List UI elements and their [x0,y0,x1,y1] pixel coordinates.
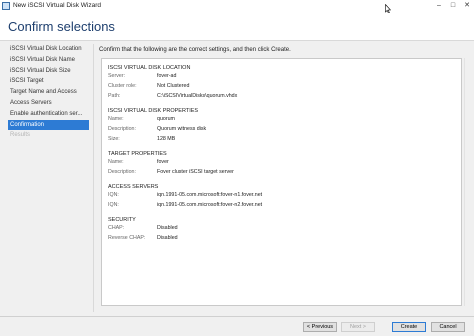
section-heading-target: TARGET PROPERTIES [108,151,167,157]
summary-key: Name: [108,159,124,165]
settings-summary-panel: ISCSI VIRTUAL DISK LOCATION Server: fove… [101,58,462,306]
summary-key: Description: [108,169,136,175]
next-button: Next > [341,322,375,332]
step-enable-authentication[interactable]: Enable authentication ser... [8,109,89,120]
summary-scrollbar[interactable] [464,58,470,306]
summary-key: Reverse CHAP: [108,235,146,241]
summary-key: IQN: [108,192,119,198]
summary-row: Name: fover [108,159,458,166]
summary-row: Reverse CHAP: Disabled [108,235,458,242]
summary-key: CHAP: [108,225,125,231]
step-virtual-disk-size[interactable]: iSCSI Virtual Disk Size [8,66,89,77]
summary-row: Server: fover-ad [108,73,458,80]
summary-key: Size: [108,136,120,142]
page-title: Confirm selections [8,19,115,34]
summary-value: 128 MB [157,136,176,142]
create-button[interactable]: Create [392,322,426,332]
wizard-step-list: iSCSI Virtual Disk Location iSCSI Virtua… [8,44,89,141]
summary-key: IQN: [108,202,119,208]
step-target-name-access[interactable]: Target Name and Access [8,87,89,98]
step-virtual-disk-location[interactable]: iSCSI Virtual Disk Location [8,44,89,55]
step-iscsi-target[interactable]: iSCSI Target [8,76,89,87]
summary-row: Description: Quorum witness disk [108,126,458,133]
close-button[interactable]: ✕ [460,0,474,12]
step-virtual-disk-name[interactable]: iSCSI Virtual Disk Name [8,55,89,66]
section-heading-security: SECURITY [108,217,136,223]
summary-row: Name: quorum [108,116,458,123]
maximize-button[interactable]: □ [446,0,460,12]
summary-key: Path: [108,93,121,99]
summary-value: C:\iSCSIVirtualDisks\quorum.vhdx [157,93,238,99]
summary-row: Description: Fover cluster iSCSI target … [108,169,458,176]
summary-value: quorum [157,116,175,122]
intro-text: Confirm that the following are the corre… [99,47,291,53]
summary-row: CHAP: Disabled [108,225,458,232]
step-confirmation[interactable]: Confirmation [8,119,89,131]
summary-row: Path: C:\iSCSIVirtualDisks\quorum.vhdx [108,93,458,100]
summary-key: Description: [108,126,136,132]
footer-divider [0,316,474,317]
section-heading-properties: ISCSI VIRTUAL DISK PROPERTIES [108,108,199,114]
summary-key: Cluster role: [108,83,137,89]
previous-button[interactable]: < Previous [303,322,337,332]
section-heading-access-servers: ACCESS SERVERS [108,184,159,190]
summary-value: Quorum witness disk [157,126,207,132]
section-heading-location: ISCSI VIRTUAL DISK LOCATION [108,65,191,71]
summary-value: iqn.1991-05.com.microsoft:fover-n1.fover… [157,192,263,198]
wizard-header: Confirm selections [0,13,474,41]
sidebar-divider [93,44,94,312]
window-title-bar: New iSCSI Virtual Disk Wizard – □ ✕ [0,0,474,13]
summary-row: IQN: iqn.1991-05.com.microsoft:fover-n2.… [108,202,458,209]
summary-value: Disabled [157,225,178,231]
summary-value: iqn.1991-05.com.microsoft:fover-n2.fover… [157,202,263,208]
cancel-button[interactable]: Cancel [431,322,465,332]
summary-key: Server: [108,73,126,79]
window-title: New iSCSI Virtual Disk Wizard [13,2,102,9]
summary-row: Size: 128 MB [108,136,458,143]
summary-row: IQN: iqn.1991-05.com.microsoft:fover-n1.… [108,192,458,199]
summary-value: Fover cluster iSCSI target server [157,169,234,175]
step-results: Results [10,132,31,139]
app-icon [2,2,10,10]
summary-row: Cluster role: Not Clustered [108,83,458,90]
summary-value: fover [157,159,169,165]
summary-value: Disabled [157,235,178,241]
minimize-button[interactable]: – [432,0,446,12]
summary-key: Name: [108,116,124,122]
summary-value: fover-ad [157,73,177,79]
summary-value: Not Clustered [157,83,190,89]
step-access-servers[interactable]: Access Servers [8,98,89,109]
